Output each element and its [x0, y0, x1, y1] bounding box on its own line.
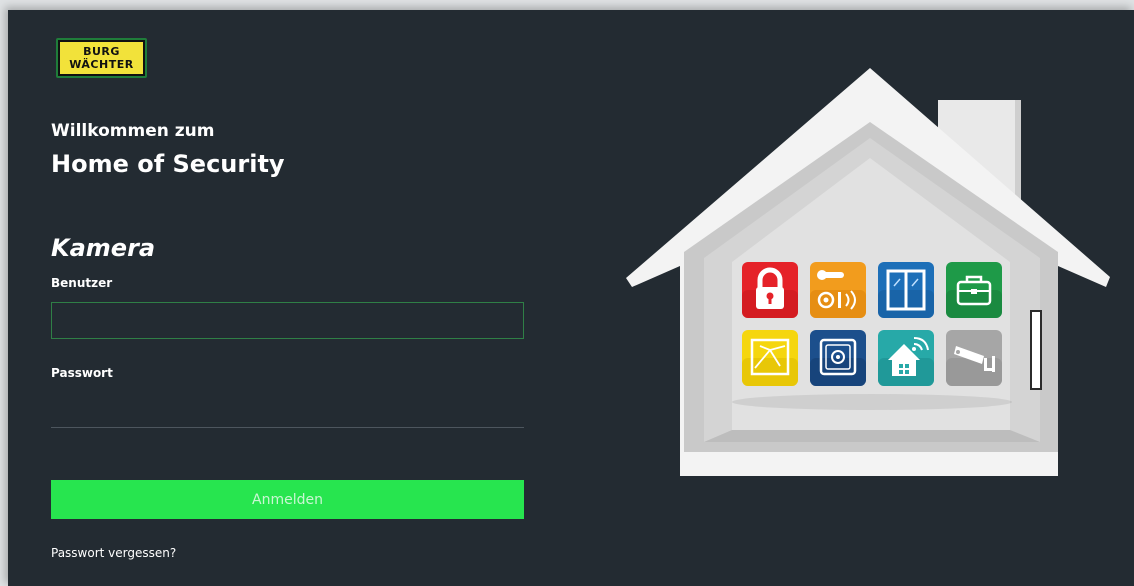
padlock-icon — [742, 262, 798, 318]
smart-home-icon — [878, 330, 934, 386]
house-illustration — [626, 68, 1110, 476]
logo-badge: BURG WÄCHTER — [58, 40, 145, 76]
site-title: Home of Security — [51, 150, 285, 178]
password-input[interactable] — [51, 396, 524, 428]
username-input[interactable] — [51, 302, 524, 339]
password-label: Passwort — [51, 366, 113, 380]
motion-sensor-icon — [742, 330, 798, 386]
welcome-text: Willkommen zum — [51, 121, 215, 141]
login-button[interactable]: Anmelden — [51, 480, 524, 519]
security-camera-icon — [946, 330, 1002, 386]
window-icon — [878, 262, 934, 318]
door-handle-icon — [810, 262, 866, 318]
room-floor — [704, 430, 1040, 442]
safe-icon — [810, 330, 866, 386]
login-window: BURG WÄCHTER Willkommen zum Home of Secu… — [8, 10, 1134, 586]
logo-text-line1: BURG — [83, 45, 120, 58]
username-label: Benutzer — [51, 276, 113, 290]
page-title: Kamera — [51, 234, 156, 262]
burg-waechter-logo: BURG WÄCHTER — [56, 38, 147, 78]
toolbox-icon — [946, 262, 1002, 318]
logo-text-line2: WÄCHTER — [69, 58, 134, 71]
forgot-password-link[interactable]: Passwort vergessen? — [51, 546, 176, 560]
